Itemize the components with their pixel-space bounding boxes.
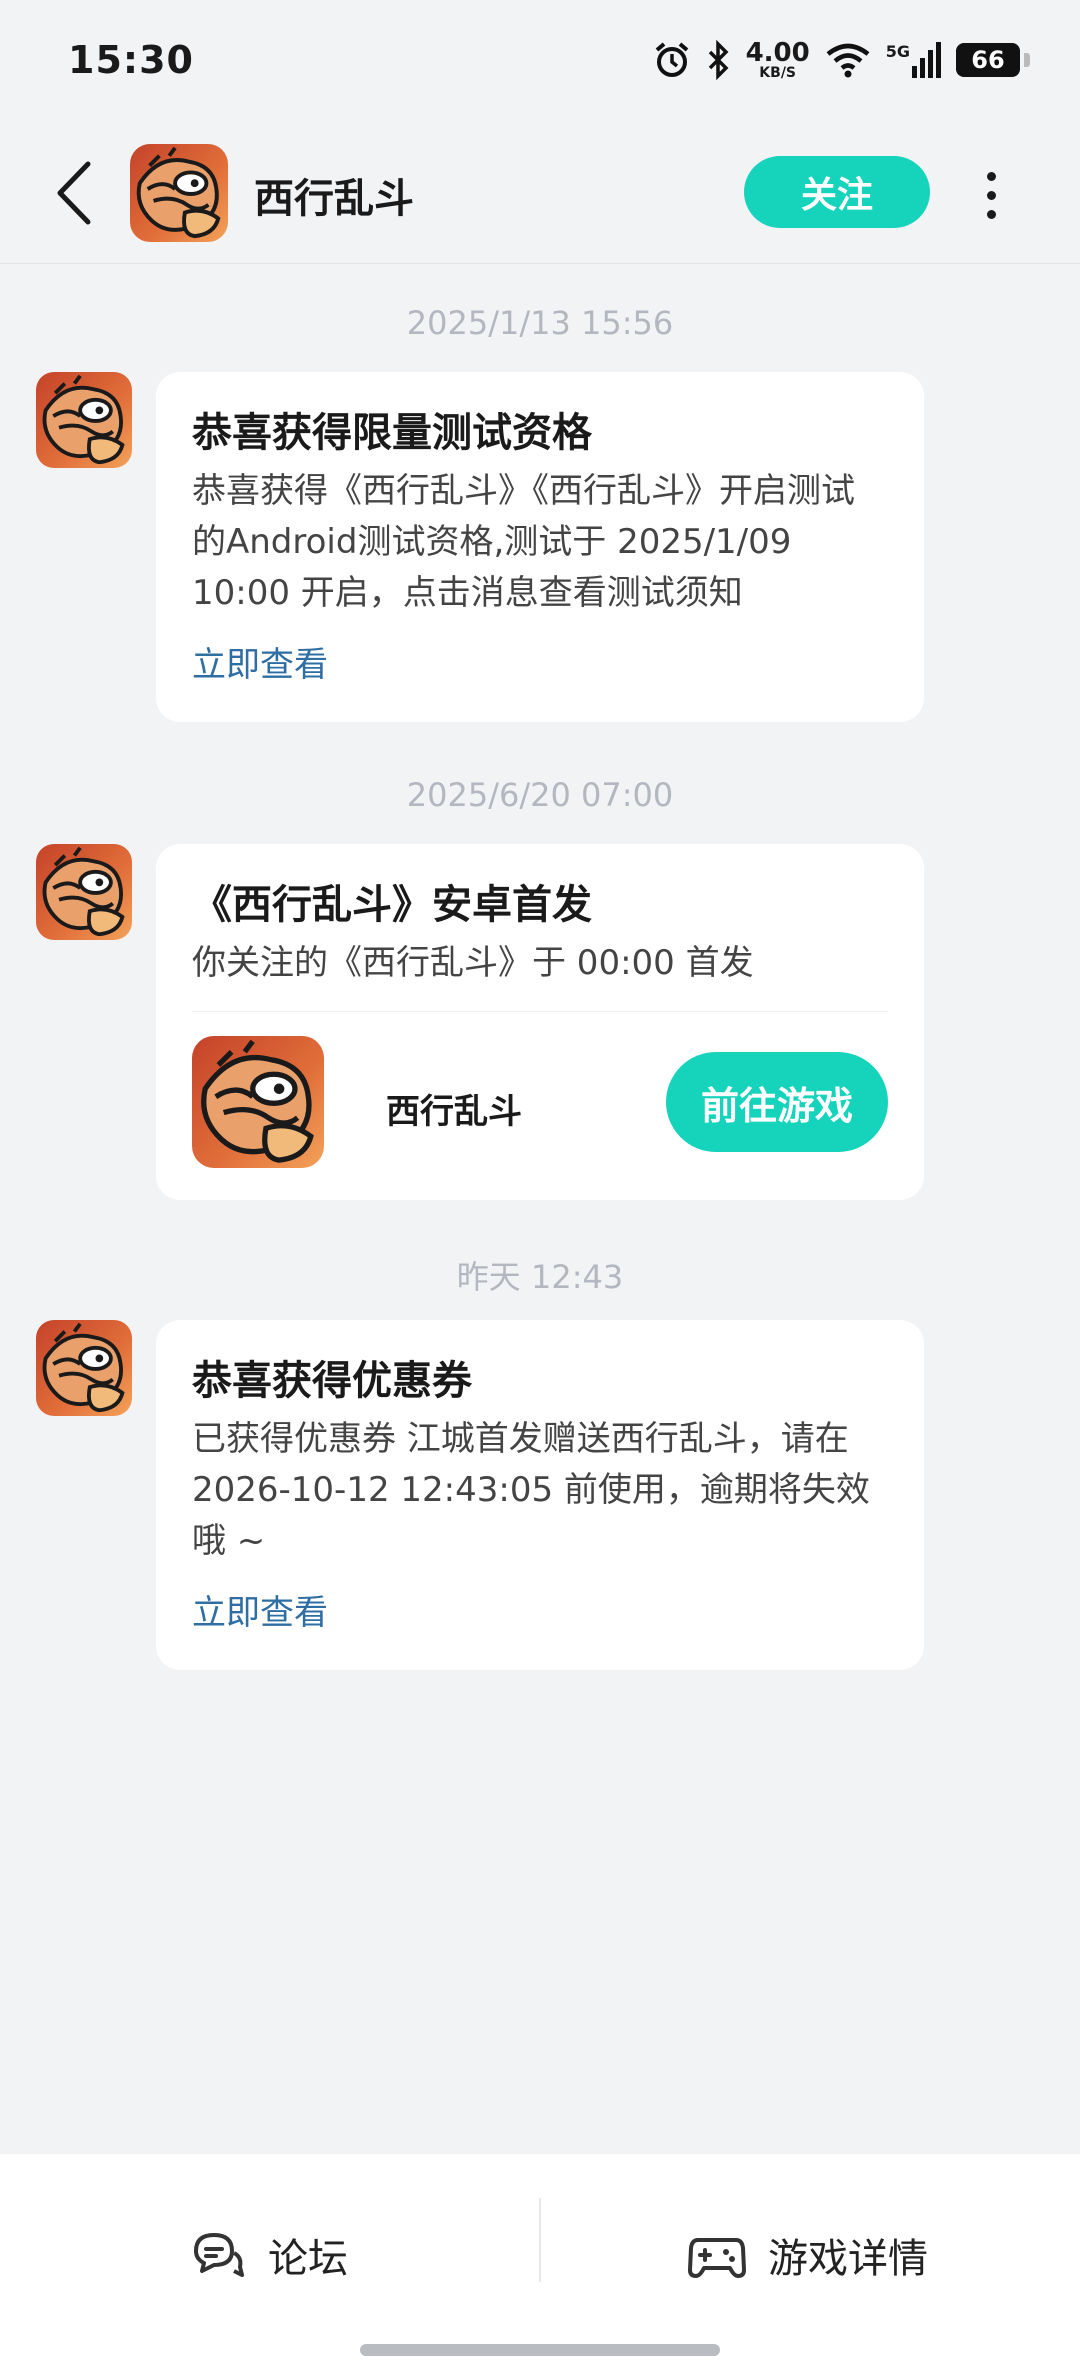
- status-bar: 15:30 4.00 KB/S 5G 66: [0, 0, 1080, 120]
- chevron-left-icon: [57, 161, 91, 225]
- network-type: 5G: [885, 42, 910, 61]
- bluetooth-icon: [706, 40, 732, 80]
- message-body: 恭喜获得《西行乱斗》《西行乱斗》开启测试的Android测试资格,测试于 202…: [192, 471, 855, 613]
- net-speed-value: 4.00: [745, 38, 810, 68]
- message-timestamp: 昨天 12:43: [456, 1258, 624, 1296]
- bottom-bar: 论坛 游戏详情: [0, 2154, 1080, 2376]
- forum-label: 论坛: [268, 2236, 348, 2282]
- message-timestamp: 2025/1/13 15:56: [406, 304, 674, 342]
- game-entry[interactable]: 西行乱斗 前往游戏: [192, 1012, 888, 1202]
- game-icon[interactable]: [192, 1036, 324, 1168]
- more-vertical-icon[interactable]: [966, 160, 1016, 230]
- forum-icon: [194, 2233, 244, 2277]
- divider: [539, 2198, 541, 2282]
- net-speed: 4.00 KB/S: [746, 40, 810, 80]
- header-avatar[interactable]: [130, 144, 228, 242]
- view-now-link[interactable]: 立即查看: [192, 1589, 888, 1637]
- chat-header: 西行乱斗 关注: [0, 120, 1080, 264]
- back-button[interactable]: [44, 158, 104, 228]
- message-body: 你关注的《西行乱斗》于 00:00 首发: [192, 943, 754, 983]
- message-card[interactable]: 恭喜获得优惠券 已获得优惠券 江城首发赠送西行乱斗，请在2026-10-12 1…: [156, 1320, 924, 1670]
- view-now-link[interactable]: 立即查看: [192, 641, 888, 689]
- game-name: 西行乱斗: [386, 1092, 522, 1132]
- gamepad-icon: [688, 2238, 746, 2278]
- wifi-icon: [824, 40, 872, 80]
- home-indicator[interactable]: [360, 2344, 720, 2356]
- game-detail-label: 游戏详情: [768, 2236, 928, 2282]
- page-title: 西行乱斗: [254, 176, 414, 222]
- message-card[interactable]: 恭喜获得限量测试资格 恭喜获得《西行乱斗》《西行乱斗》开启测试的Android测…: [156, 372, 924, 722]
- net-speed-unit: KB/S: [759, 65, 797, 81]
- follow-button[interactable]: 关注: [744, 156, 930, 228]
- forum-tab[interactable]: 论坛: [190, 2210, 348, 2300]
- message-title: 《西行乱斗》安卓首发: [192, 882, 592, 928]
- status-time: 15:30: [68, 38, 194, 82]
- sender-avatar[interactable]: [36, 1320, 132, 1416]
- message-title: 恭喜获得优惠券: [192, 1358, 472, 1404]
- signal-icon: 5G: [886, 42, 942, 78]
- status-icons: 4.00 KB/S 5G 66: [652, 40, 1030, 80]
- message-body: 已获得优惠券 江城首发赠送西行乱斗，请在2026-10-12 12:43:05 …: [192, 1419, 870, 1561]
- message-title: 恭喜获得限量测试资格: [192, 410, 592, 456]
- message-card[interactable]: 《西行乱斗》安卓首发 你关注的《西行乱斗》于 00:00 首发 西行乱斗 前往游…: [156, 844, 924, 1200]
- alarm-icon: [652, 40, 692, 80]
- message-timestamp: 2025/6/20 07:00: [406, 776, 674, 814]
- battery-icon: 66: [956, 43, 1030, 77]
- sender-avatar[interactable]: [36, 844, 132, 940]
- sender-avatar[interactable]: [36, 372, 132, 468]
- go-to-game-button[interactable]: 前往游戏: [666, 1052, 888, 1152]
- game-detail-tab[interactable]: 游戏详情: [688, 2210, 928, 2300]
